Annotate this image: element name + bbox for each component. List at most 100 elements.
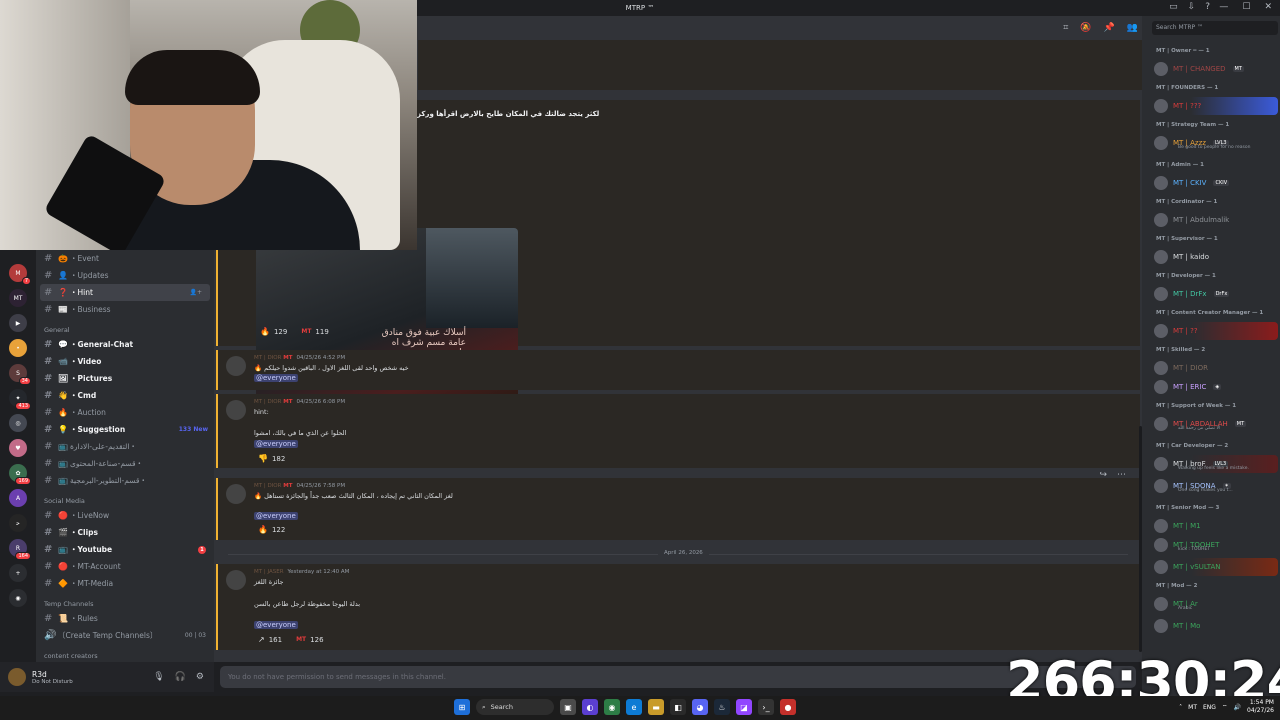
channel-item[interactable]: 🔊 〔Create Temp Channels〕 00 | 03 [36, 627, 214, 644]
member-item[interactable]: MT | Azzz LVL3 Be good to people for no re… [1154, 134, 1278, 152]
notification-bell-icon[interactable]: 🔕 [1080, 23, 1091, 33]
member-item[interactable]: MT | TOOHET kick : TOOHET [1154, 536, 1278, 554]
copilot-icon[interactable]: ◐ [582, 699, 598, 715]
author-avatar[interactable] [226, 570, 246, 590]
server-icon[interactable]: ✦ 413 [9, 389, 31, 410]
language-indicator[interactable]: ENG [1203, 704, 1216, 711]
member-item[interactable]: MT | ??? [1154, 97, 1278, 115]
reaction-thumbsdown[interactable]: 👎 182 [254, 453, 289, 464]
inbox-icon[interactable]: ▭ [1169, 2, 1178, 12]
message-author[interactable]: MT | DIOR MT 04/25/26 7:58 PM [254, 483, 345, 489]
help-icon[interactable]: ? [1205, 2, 1210, 12]
user-info[interactable]: R3d Do Not Disturb [32, 670, 73, 685]
volume-icon[interactable]: 🔊 [1234, 704, 1241, 711]
channel-item[interactable]: # 📺 قسم-التطوير-البرمجية・ [36, 472, 214, 489]
channel-item[interactable]: # 🔴 ・LiveNow [36, 507, 214, 524]
message-author[interactable]: MT | DIOR MT 04/25/26 6:08 PM [254, 399, 345, 405]
steam-icon[interactable]: ♨ [714, 699, 730, 715]
forward-icon[interactable]: ↪ [1099, 470, 1107, 480]
server-icon[interactable]: A [9, 489, 27, 507]
chevron-up-icon[interactable]: ˄ [1179, 704, 1182, 711]
message-author[interactable]: MT | JASER Yesterday at 12:40 AM [254, 569, 349, 575]
member-item[interactable]: MT | broF LVL3 Walking up feels like a mis… [1154, 455, 1278, 473]
terminal-icon[interactable]: ›_ [758, 699, 774, 715]
channel-item[interactable]: # 🔥 ・Auction [36, 404, 214, 421]
mention[interactable]: @everyone [254, 374, 298, 382]
server-icon[interactable]: S 34 [9, 364, 31, 385]
obs-icon[interactable]: ● [780, 699, 796, 715]
search-input[interactable]: Search MTRP ™ [1152, 21, 1278, 35]
author-avatar[interactable] [226, 356, 246, 376]
start-windows-icon[interactable]: ⊞ [454, 699, 470, 715]
channel-item[interactable]: # 🔶 ・MT-Media [36, 575, 214, 592]
edge-icon[interactable]: e [626, 699, 642, 715]
reaction-arrow[interactable]: ↗ 161 [254, 634, 286, 645]
clock[interactable]: 1:54 PM 04/27/26 [1247, 699, 1274, 715]
minimize-button[interactable]: — [1219, 2, 1228, 12]
channel-category[interactable]: Temp Channels [36, 592, 214, 610]
channel-item[interactable]: # 💡 ・Suggestion 133 New [36, 421, 214, 438]
headphones-icon[interactable]: 🎧 [175, 672, 186, 682]
discord-icon[interactable]: ◕ [692, 699, 708, 715]
file-explorer-icon[interactable]: ▬ [648, 699, 664, 715]
close-button[interactable]: ✕ [1264, 2, 1272, 12]
channel-item[interactable]: # 📺 ・Youtube 1 [36, 541, 214, 558]
reaction-mt[interactable]: MT 126 [292, 635, 327, 645]
server-icon[interactable]: ﺣ [9, 514, 27, 532]
mention[interactable]: @everyone [254, 440, 298, 448]
channel-item[interactable]: # 👤 ・Updates [36, 267, 214, 284]
server-icon[interactable]: M7 [9, 264, 31, 285]
twitch-icon[interactable]: ◪ [736, 699, 752, 715]
channel-item[interactable]: # 🖼 ・Pictures [36, 370, 214, 387]
member-item[interactable]: MT | Mo [1154, 617, 1278, 635]
member-list-icon[interactable]: 👥 [1127, 23, 1138, 33]
server-icon[interactable]: • [9, 339, 27, 357]
channel-category[interactable]: Social Media [36, 489, 214, 507]
channel-item[interactable]: # 📺 قسم-صناعة-المحتوى・ [36, 455, 214, 472]
member-item[interactable]: MT | DIOR [1154, 359, 1278, 377]
channel-item[interactable]: # 📜 ・Rules [36, 610, 214, 627]
wifi-icon[interactable]: ⌔ [1222, 703, 1228, 711]
member-item[interactable]: MT | vSULTAN [1154, 558, 1278, 576]
avatar[interactable] [8, 668, 26, 686]
channel-item[interactable]: # 🎃 ・Event [36, 250, 214, 267]
reaction-mt[interactable]: MT 119 [297, 327, 332, 337]
server-icon[interactable]: + [9, 564, 27, 582]
server-icon[interactable]: ◎ [9, 414, 27, 432]
member-item[interactable]: MT | DrFx DrFx [1154, 285, 1278, 303]
mention[interactable]: @everyone [254, 621, 298, 629]
server-icon[interactable]: ♥ [9, 439, 27, 457]
more-icon[interactable]: ⋯ [1117, 470, 1126, 480]
message-author[interactable]: MT | DIOR MT 04/25/26 4:52 PM [254, 355, 345, 361]
channel-item[interactable]: # 📹 ・Video [36, 353, 214, 370]
maximize-button[interactable]: ☐ [1242, 2, 1250, 12]
member-item[interactable]: MT | CKIV CKIV [1154, 174, 1278, 192]
task-view-icon[interactable]: ▣ [560, 699, 576, 715]
server-icon[interactable]: ◉ [9, 589, 27, 607]
member-item[interactable]: MT | kaido [1154, 248, 1278, 266]
member-item[interactable]: MT | ABDALLAH MT الا تصلي من رحمة الله [1154, 415, 1278, 433]
channel-item[interactable]: # ❓ ・Hint 👤+ [40, 284, 210, 301]
channel-item[interactable]: # 💬 ・General-Chat [36, 336, 214, 353]
server-icon[interactable]: R 164 [9, 539, 31, 560]
member-item[interactable]: MT | ?? [1154, 322, 1278, 340]
member-item[interactable]: MT | Ar Arabic [1154, 595, 1278, 613]
channel-category[interactable]: General [36, 318, 214, 336]
server-icon[interactable]: ✿ 169 [9, 464, 31, 485]
chrome-icon[interactable]: ◉ [604, 699, 620, 715]
reaction-fire[interactable]: 🔥 129 [256, 326, 291, 337]
channel-item[interactable]: # 👋 ・Cmd [36, 387, 214, 404]
taskbar-search[interactable]: ⌕ Search [476, 699, 554, 715]
settings-gear-icon[interactable]: ⚙ [196, 672, 204, 682]
mt-tray-icon[interactable]: MT [1188, 704, 1197, 711]
download-icon[interactable]: ⇩ [1188, 2, 1196, 12]
channel-category[interactable]: content creators [36, 644, 214, 662]
channel-item[interactable]: # 📰 ・Business [36, 301, 214, 318]
channel-item[interactable]: # 🎬 ・Clips [36, 524, 214, 541]
member-item[interactable]: MT | SDONA ✶ One song makes you t... [1154, 477, 1278, 495]
microphone-icon[interactable]: 🎙 [153, 672, 164, 682]
member-item[interactable]: MT | M1 [1154, 517, 1278, 535]
mention[interactable]: @everyone [254, 512, 298, 520]
reaction-fire[interactable]: 🔥 122 [254, 524, 289, 535]
channel-item[interactable]: # 📺 التقديم-على-الادارة・ [36, 438, 214, 455]
